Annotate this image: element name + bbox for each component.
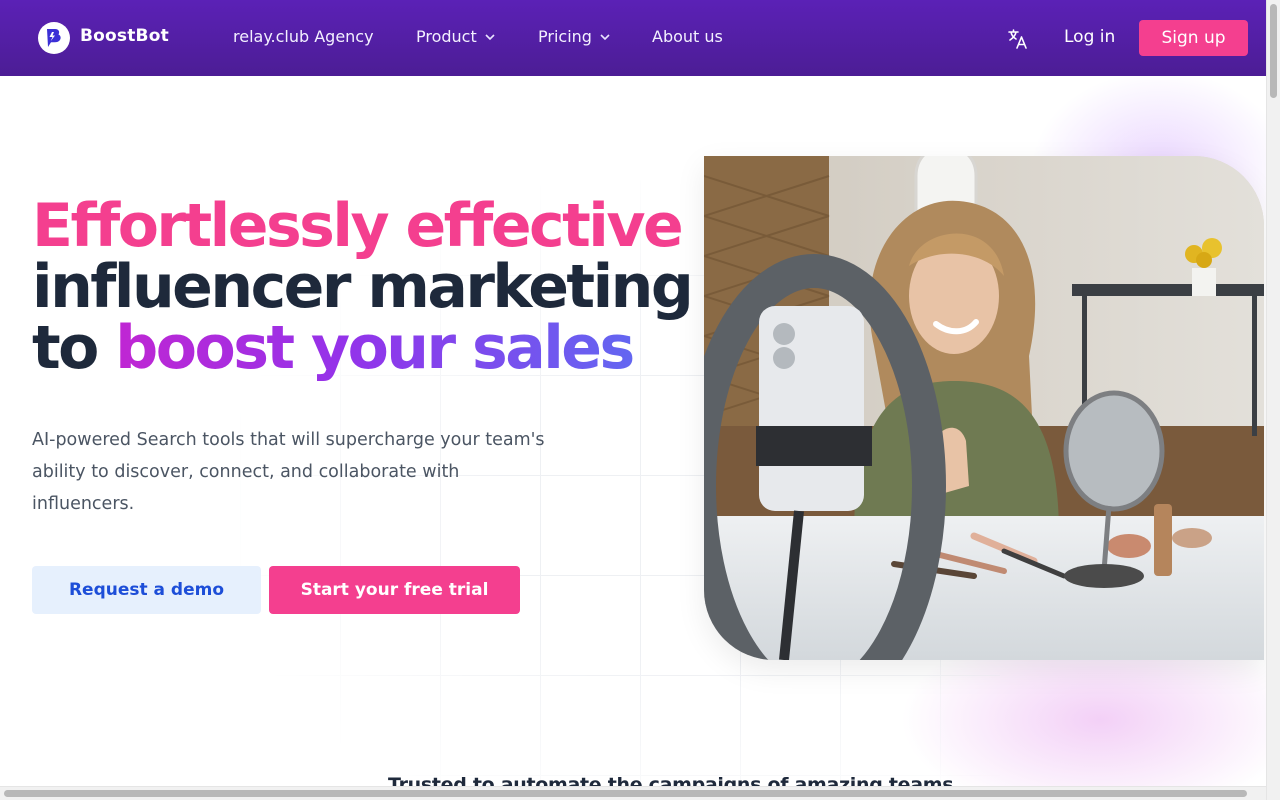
translate-icon[interactable] <box>1006 27 1030 51</box>
chevron-down-icon <box>600 33 610 40</box>
horizontal-scrollbar-thumb[interactable] <box>4 790 1247 797</box>
headline-line-1: Effortlessly effective <box>32 191 684 261</box>
nav-link-label: Product <box>416 27 477 46</box>
headline-line-2: influencer marketing <box>32 252 694 322</box>
brand-name[interactable]: BoostBot <box>80 26 169 46</box>
hero-image <box>704 156 1264 660</box>
hero-headline: Effortlessly effective influencer market… <box>32 191 694 379</box>
boostbot-logo-icon[interactable] <box>38 22 70 54</box>
login-link[interactable]: Log in <box>1064 27 1115 47</box>
nav-dropdown-product[interactable]: Product <box>416 27 497 46</box>
nav-link-agency[interactable]: relay.club Agency <box>233 27 374 46</box>
top-navigation-bar: BoostBot relay.club Agency Product Prici… <box>0 0 1266 76</box>
headline-gradient-text: boost your sales <box>115 313 635 383</box>
request-demo-button[interactable]: Request a demo <box>32 566 261 614</box>
hero-subtitle: AI-powered Search tools that will superc… <box>32 430 545 514</box>
headline-line-3-prefix: to <box>32 313 116 383</box>
nav-link-about[interactable]: About us <box>652 27 723 46</box>
signup-button[interactable]: Sign up <box>1139 20 1248 56</box>
nav-link-label: Pricing <box>538 27 592 46</box>
nav-link-label: relay.club Agency <box>233 27 374 46</box>
horizontal-scrollbar[interactable] <box>0 786 1266 800</box>
vertical-scrollbar[interactable] <box>1266 0 1280 800</box>
vertical-scrollbar-thumb[interactable] <box>1270 4 1277 98</box>
nav-link-label: About us <box>652 27 723 46</box>
start-free-trial-button[interactable]: Start your free trial <box>269 566 520 614</box>
headline-line-3: to boost your sales <box>32 318 691 379</box>
nav-dropdown-pricing[interactable]: Pricing <box>538 27 612 46</box>
chevron-down-icon <box>485 33 495 40</box>
